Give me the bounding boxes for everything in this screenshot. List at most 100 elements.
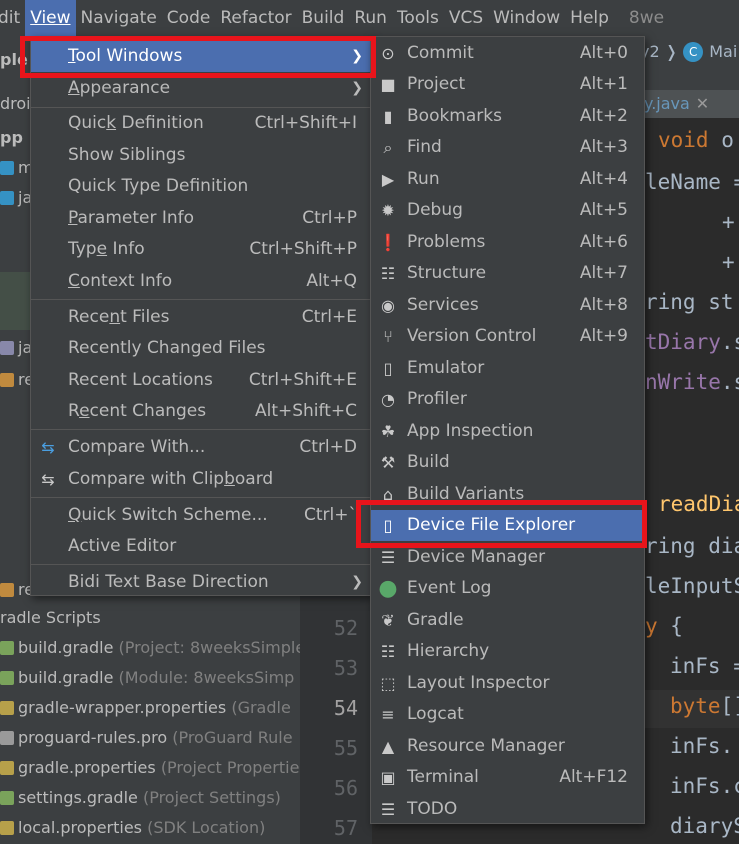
- code-fragment: y {: [645, 614, 683, 638]
- app-inspection-icon: ☘: [380, 422, 396, 441]
- menu-item-quick-type-definition[interactable]: Quick Type Definition: [31, 171, 371, 202]
- editor-file-tab[interactable]: y.java ✕: [640, 90, 739, 118]
- problems-icon: ❗: [378, 233, 398, 252]
- menu-item-layout-inspector[interactable]: ⬚ Layout Inspector: [371, 668, 644, 699]
- menu-item-logcat[interactable]: ≡ Logcat: [371, 699, 644, 730]
- menu-separator: [31, 299, 371, 300]
- menu-item-recently-changed-files[interactable]: Recently Changed Files: [31, 333, 371, 364]
- tree-row[interactable]: build.gradle (Module: 8weeksSimp: [0, 664, 300, 692]
- code-fragment: diaryS: [670, 814, 739, 838]
- code-fragment: nWrite.s: [645, 370, 739, 394]
- window-title-fragment: 8we: [628, 8, 665, 28]
- menu-item-type-info[interactable]: Type Info Ctrl+Shift+P: [31, 234, 371, 265]
- menu-item-app-inspection[interactable]: ☘ App Inspection: [371, 416, 644, 447]
- menu-item-active-editor[interactable]: Active Editor: [31, 531, 371, 562]
- tree-row[interactable]: proguard-rules.pro (ProGuard Rule: [0, 724, 300, 752]
- menu-build[interactable]: Build: [297, 0, 350, 36]
- tree-row[interactable]: gradle-wrapper.properties (Gradle: [0, 694, 300, 722]
- version-control-icon: ⑂: [383, 327, 393, 346]
- menu-item-terminal[interactable]: ▣ Terminal Alt+F12: [371, 762, 644, 793]
- gradle-file-icon: [0, 791, 14, 805]
- menu-help[interactable]: Help: [565, 0, 614, 36]
- line-number-current: 54: [333, 696, 358, 720]
- menu-item-debug[interactable]: ✹ Debug Alt+5: [371, 195, 644, 226]
- menu-item-recent-changes[interactable]: Recent Changes Alt+Shift+C: [31, 396, 371, 427]
- menu-item-show-siblings[interactable]: Show Siblings: [31, 140, 371, 171]
- emulator-icon: ▯: [383, 359, 393, 378]
- menu-item-services[interactable]: ◉ Services Alt+8: [371, 290, 644, 321]
- line-number: 53: [333, 656, 358, 680]
- menu-item-emulator[interactable]: ▯ Emulator: [371, 353, 644, 384]
- event-log-icon: ●: [378, 576, 398, 601]
- annotation-box-device-file-explorer: [356, 500, 647, 548]
- menu-item-resource-manager[interactable]: ▲ Resource Manager: [371, 731, 644, 762]
- menu-item-problems[interactable]: ❗ Problems Alt+6: [371, 227, 644, 258]
- menu-item-find[interactable]: ⌕ Find Alt+3: [371, 132, 644, 163]
- menu-navigate[interactable]: Navigate: [76, 0, 162, 36]
- main-menu-bar: dit View Navigate Code Refactor Build Ru…: [0, 0, 739, 36]
- commit-icon: ⊙: [381, 44, 395, 63]
- code-fragment: leName =: [645, 170, 739, 194]
- resource-manager-icon: ▲: [381, 737, 395, 756]
- run-icon: ▶: [381, 170, 395, 189]
- tree-row[interactable]: build.gradle (Project: 8weeksSimple: [0, 634, 300, 662]
- menu-item-quick-switch-scheme[interactable]: Quick Switch Scheme... Ctrl+`: [31, 500, 371, 531]
- menu-item-version-control[interactable]: ⑂ Version Control Alt+9: [371, 321, 644, 352]
- menu-tools[interactable]: Tools: [392, 0, 444, 36]
- menu-view[interactable]: View: [25, 0, 76, 36]
- chevron-right-icon: ❯: [351, 574, 363, 590]
- menu-refactor[interactable]: Refactor: [215, 0, 296, 36]
- code-fragment: readDia: [658, 492, 739, 516]
- res-folder-icon: [0, 373, 14, 387]
- tree-row[interactable]: settings.gradle (Project Settings): [0, 784, 300, 812]
- menu-item-recent-locations[interactable]: Recent Locations Ctrl+Shift+E: [31, 365, 371, 396]
- code-fragment: inFs =: [670, 654, 739, 678]
- menu-code[interactable]: Code: [162, 0, 216, 36]
- folder-icon: [0, 191, 14, 205]
- tree-row-gradle-scripts[interactable]: radle Scripts: [0, 604, 300, 632]
- menu-item-event-log[interactable]: ● Event Log: [371, 573, 644, 604]
- menu-item-profiler[interactable]: ◔ Profiler: [371, 384, 644, 415]
- line-number: 56: [333, 776, 358, 800]
- menu-item-run[interactable]: ▶ Run Alt+4: [371, 164, 644, 195]
- code-fragment: +: [722, 210, 735, 234]
- code-fragment: leInputS: [645, 574, 739, 598]
- logcat-icon: ≡: [381, 705, 395, 724]
- menu-item-gradle[interactable]: ❦ Gradle: [371, 605, 644, 636]
- properties-file-icon: [0, 761, 14, 775]
- menu-item-structure[interactable]: ☷ Structure Alt+7: [371, 258, 644, 289]
- terminal-icon: ▣: [380, 768, 396, 787]
- breadcrumb[interactable]: y2 ❭ C Mai: [640, 42, 737, 62]
- menu-run[interactable]: Run: [349, 0, 392, 36]
- compare-clipboard-icon: ⇆: [41, 470, 55, 489]
- menu-window[interactable]: Window: [488, 0, 565, 36]
- res-folder-icon: [0, 583, 14, 597]
- menu-item-project[interactable]: ■ Project Alt+1: [371, 69, 644, 100]
- menu-item-bookmarks[interactable]: ▮ Bookmarks Alt+2: [371, 101, 644, 132]
- menu-item-parameter-info[interactable]: Parameter Info Ctrl+P: [31, 203, 371, 234]
- menu-vcs[interactable]: VCS: [444, 0, 488, 36]
- compare-icon: ⇆: [41, 438, 55, 457]
- menu-item-context-info[interactable]: Context Info Alt+Q: [31, 266, 371, 297]
- properties-file-icon: [0, 821, 14, 835]
- menu-item-recent-files[interactable]: Recent Files Ctrl+E: [31, 302, 371, 333]
- code-fragment: tDiary.s: [645, 330, 739, 354]
- menu-separator: [31, 497, 371, 498]
- tree-row[interactable]: local.properties (SDK Location): [0, 814, 300, 842]
- tree-row[interactable]: gradle.properties (Project Propertie: [0, 754, 300, 782]
- menu-item-build[interactable]: ⚒ Build: [371, 447, 644, 478]
- menu-item-hierarchy[interactable]: ☷ Hierarchy: [371, 636, 644, 667]
- close-icon[interactable]: ✕: [696, 94, 709, 113]
- gradle-file-icon: [0, 671, 14, 685]
- menu-item-compare-with-clipboard[interactable]: ⇆ Compare with Clipboard: [31, 464, 371, 495]
- code-fragment: +: [722, 250, 735, 274]
- menu-item-todo[interactable]: ☰ TODO: [371, 794, 644, 825]
- menu-edit[interactable]: dit: [0, 0, 25, 36]
- menu-item-bidi-text-base-direction[interactable]: Bidi Text Base Direction ❯: [31, 567, 371, 598]
- menu-item-quick-definition[interactable]: Quick Definition Ctrl+Shift+I: [31, 108, 371, 139]
- menu-item-commit[interactable]: ⊙ Commit Alt+0: [371, 38, 644, 69]
- bookmark-icon: ▮: [383, 107, 393, 126]
- line-number: 57: [333, 816, 358, 840]
- menu-item-compare-with[interactable]: ⇆ Compare With... Ctrl+D: [31, 432, 371, 463]
- hierarchy-icon: ☷: [380, 642, 396, 661]
